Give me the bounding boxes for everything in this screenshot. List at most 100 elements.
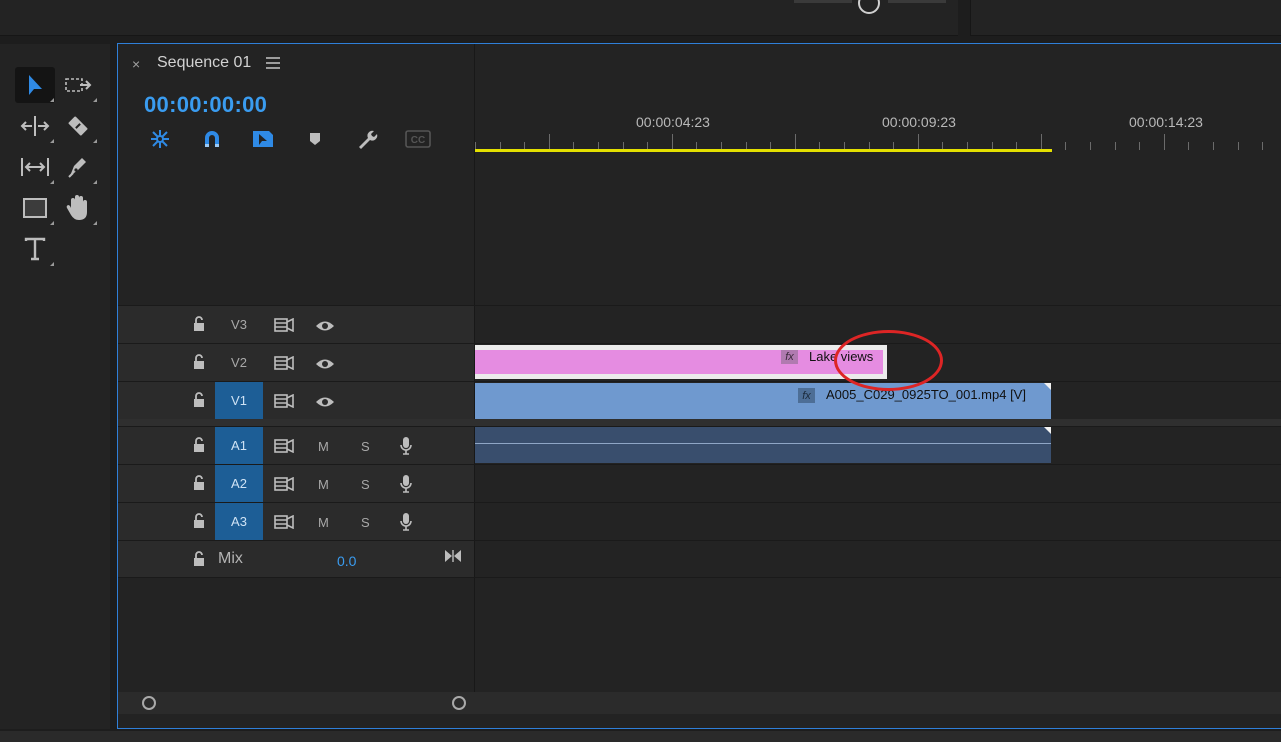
- mute-track-button[interactable]: M: [318, 477, 329, 492]
- hand-tool[interactable]: [58, 190, 98, 226]
- ruler-time-label: 00:00:14:23: [1129, 114, 1203, 130]
- track-header-a1: A1 M S: [118, 427, 474, 464]
- panel-menu-icon[interactable]: [266, 56, 280, 74]
- lock-icon[interactable]: [192, 475, 206, 496]
- ruler-time-label: 00:00:04:23: [636, 114, 710, 130]
- clip-end-marker: [1044, 427, 1051, 434]
- close-panel-button[interactable]: ×: [132, 56, 140, 72]
- track-select-tool[interactable]: [58, 67, 98, 103]
- zoom-slider-handle[interactable]: [858, 0, 880, 14]
- snap-magnet-icon[interactable]: [199, 126, 225, 152]
- solo-track-button[interactable]: S: [361, 439, 370, 454]
- zoom-slider-track-right[interactable]: [888, 0, 946, 3]
- fx-badge: fx: [781, 350, 798, 364]
- eye-icon[interactable]: [315, 395, 335, 413]
- razor-tool[interactable]: [58, 108, 98, 144]
- sync-lock-icon[interactable]: [274, 514, 294, 534]
- lock-icon[interactable]: [192, 392, 206, 413]
- audio-clip[interactable]: [475, 427, 1051, 463]
- linked-selection-icon[interactable]: [250, 126, 276, 152]
- ruler-time-label: 00:00:09:23: [882, 114, 956, 130]
- microphone-icon[interactable]: [399, 436, 413, 461]
- sync-lock-icon[interactable]: [274, 393, 294, 413]
- bottom-panel-edge: [0, 731, 1281, 742]
- title-clip-lake-views[interactable]: fx Lake views: [475, 345, 887, 379]
- captions-icon[interactable]: CC: [405, 126, 431, 152]
- sync-lock-icon[interactable]: [274, 438, 294, 458]
- track-select-icon: [65, 78, 92, 92]
- scrollbar-thumb[interactable]: [142, 696, 466, 710]
- video-clip[interactable]: fx A005_C029_0925TO_001.mp4 [V]: [475, 383, 1051, 419]
- track-target-v3[interactable]: V3: [215, 306, 263, 343]
- go-to-edge-icon[interactable]: [444, 549, 462, 568]
- slip-tool[interactable]: [15, 149, 55, 185]
- ruler-tick: [1262, 142, 1263, 150]
- lock-icon[interactable]: [192, 513, 206, 534]
- svg-text:CC: CC: [411, 135, 425, 146]
- wrench-settings-icon[interactable]: [354, 126, 380, 152]
- ruler-tick: [1164, 134, 1165, 150]
- scroll-handle-left[interactable]: [142, 696, 156, 710]
- ripple-edit-icon: [20, 116, 50, 136]
- type-icon: [24, 237, 46, 261]
- ruler-tick: [795, 134, 796, 150]
- work-area-bar[interactable]: [475, 149, 1052, 152]
- track-v3: V3: [118, 305, 1281, 343]
- zoom-slider-track-left[interactable]: [794, 0, 852, 3]
- clip-end-marker: [1044, 383, 1051, 390]
- sync-lock-icon[interactable]: [274, 476, 294, 496]
- pen-icon: [68, 158, 86, 178]
- track-target-v2[interactable]: V2: [215, 344, 263, 381]
- track-target-a3[interactable]: A3: [215, 503, 263, 540]
- lock-icon[interactable]: [192, 316, 206, 337]
- video-audio-divider[interactable]: [118, 419, 1281, 426]
- volume-rubber-band[interactable]: [475, 443, 1051, 444]
- hand-icon: [66, 195, 87, 220]
- clip-name: A005_C029_0925TO_001.mp4 [V]: [826, 387, 1026, 402]
- mute-track-button[interactable]: M: [318, 439, 329, 454]
- ruler-tick: [918, 134, 919, 150]
- tools-panel: [0, 44, 110, 729]
- eye-icon[interactable]: [315, 319, 335, 337]
- track-target-a1[interactable]: A1: [215, 427, 263, 464]
- arrow-icon: [29, 75, 42, 95]
- lock-icon[interactable]: [192, 437, 206, 458]
- track-header-v2: V2: [118, 344, 474, 381]
- ruler-tick: [1115, 142, 1116, 150]
- microphone-icon[interactable]: [399, 512, 413, 537]
- ripple-edit-tool[interactable]: [15, 108, 55, 144]
- pen-tool[interactable]: [58, 149, 98, 185]
- mix-volume-value[interactable]: 0.0: [337, 553, 356, 569]
- mute-track-button[interactable]: M: [318, 515, 329, 530]
- ruler-tick: [549, 134, 550, 150]
- track-a3: A3 M S: [118, 502, 1281, 540]
- track-header-a2: A2 M S: [118, 465, 474, 502]
- nest-icon[interactable]: [147, 126, 173, 152]
- sync-lock-icon[interactable]: [274, 317, 294, 337]
- mix-label: Mix: [218, 550, 243, 567]
- ruler-tick: [1213, 142, 1214, 150]
- track-target-a2[interactable]: A2: [215, 465, 263, 502]
- type-tool[interactable]: [15, 231, 55, 267]
- track-header-a3: A3 M S: [118, 503, 474, 540]
- solo-track-button[interactable]: S: [361, 477, 370, 492]
- program-panel-bottom: [970, 0, 1281, 36]
- rectangle-tool[interactable]: [15, 190, 55, 226]
- rectangle-icon: [23, 198, 47, 218]
- eye-icon[interactable]: [315, 357, 335, 375]
- panel-title[interactable]: Sequence 01: [157, 54, 251, 72]
- lock-icon[interactable]: [192, 551, 206, 572]
- ruler-tick: [1238, 142, 1239, 150]
- scroll-handle-right[interactable]: [452, 696, 466, 710]
- sync-lock-icon[interactable]: [274, 355, 294, 375]
- track-header-mix: Mix 0.0: [118, 541, 474, 577]
- track-target-v1[interactable]: V1: [215, 382, 263, 419]
- microphone-icon[interactable]: [399, 474, 413, 499]
- selection-tool[interactable]: [15, 67, 55, 103]
- lock-icon[interactable]: [192, 354, 206, 375]
- add-marker-icon[interactable]: [302, 126, 328, 152]
- razor-icon: [68, 116, 88, 136]
- playhead-timecode[interactable]: 00:00:00:00: [144, 92, 267, 118]
- solo-track-button[interactable]: S: [361, 515, 370, 530]
- track-header-v3: V3: [118, 306, 474, 343]
